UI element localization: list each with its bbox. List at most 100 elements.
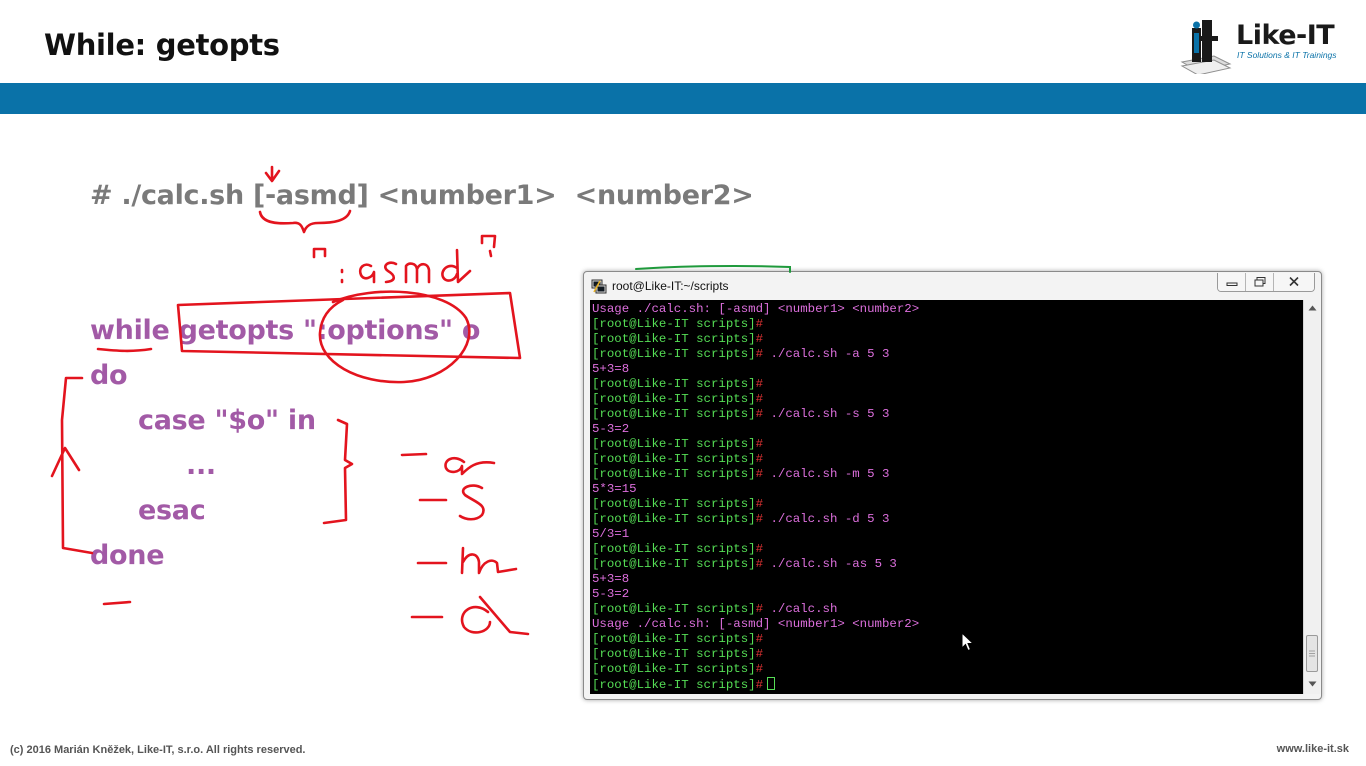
scrollbar-thumb[interactable] xyxy=(1306,635,1318,672)
code-line-done: done xyxy=(90,540,165,571)
terminal-prompt-hash: # xyxy=(755,392,764,406)
terminal-prompt-hash: # xyxy=(755,467,764,481)
terminal-line: [root@Like-IT scripts]# xyxy=(592,392,1303,407)
maximize-icon xyxy=(1254,277,1265,287)
ink-arrow-down xyxy=(264,165,281,183)
like-it-logo-icon xyxy=(1180,20,1232,74)
terminal-prompt: [root@Like-IT scripts] xyxy=(592,542,756,556)
close-button[interactable] xyxy=(1274,273,1314,291)
scroll-down-arrow-icon[interactable] xyxy=(1308,681,1317,687)
terminal-output: 5/3=1 xyxy=(592,527,630,541)
ink-option-s xyxy=(418,484,485,521)
window-controls xyxy=(1217,273,1315,292)
ink-handwritten-asmd xyxy=(312,234,497,284)
minimize-icon xyxy=(1226,282,1237,286)
terminal-line: 5/3=1 xyxy=(592,527,1303,542)
minimize-button[interactable] xyxy=(1218,273,1246,291)
terminal-prompt-hash: # xyxy=(755,602,764,616)
terminal-line: [root@Like-IT scripts]# ./calc.sh -as 5 … xyxy=(592,557,1303,572)
terminal-screen[interactable]: Usage ./calc.sh: [-asmd] <number1> <numb… xyxy=(590,300,1303,694)
ink-option-d xyxy=(410,595,530,636)
terminal-window[interactable]: root@Like-IT:~/scripts Usage ./calc.sh: … xyxy=(583,271,1322,700)
terminal-prompt-hash: # xyxy=(755,632,764,646)
terminal-command: ./calc.sh xyxy=(763,602,838,616)
terminal-cursor xyxy=(767,677,776,690)
code-line-ellipsis: ... xyxy=(186,450,216,481)
terminal-titlebar[interactable]: root@Like-IT:~/scripts xyxy=(584,272,1321,300)
terminal-prompt-hash: # xyxy=(755,407,764,421)
header-band xyxy=(0,83,1366,114)
terminal-prompt-hash: # xyxy=(755,437,764,451)
putty-icon[interactable] xyxy=(591,278,607,294)
terminal-prompt-hash: # xyxy=(755,347,764,361)
terminal-prompt: [root@Like-IT scripts] xyxy=(592,317,756,331)
maximize-button[interactable] xyxy=(1246,273,1274,291)
terminal-line: [root@Like-IT scripts]# xyxy=(592,497,1303,512)
terminal-output: 5*3=15 xyxy=(592,482,637,496)
ink-dash-done xyxy=(102,600,132,606)
terminal-prompt: [root@Like-IT scripts] xyxy=(592,678,756,692)
footer-url[interactable]: www.like-it.sk xyxy=(1277,743,1349,755)
terminal-line: 5-3=2 xyxy=(592,587,1303,602)
terminal-prompt-hash: # xyxy=(755,512,764,526)
terminal-prompt: [root@Like-IT scripts] xyxy=(592,557,756,571)
terminal-line: 5+3=8 xyxy=(592,362,1303,377)
terminal-output: Usage ./calc.sh: [-asmd] <number1> <numb… xyxy=(592,302,920,316)
terminal-prompt: [root@Like-IT scripts] xyxy=(592,377,756,391)
terminal-prompt: [root@Like-IT scripts] xyxy=(592,332,756,346)
terminal-line: [root@Like-IT scripts]# xyxy=(592,662,1303,677)
ink-brace-case xyxy=(322,418,354,525)
terminal-prompt-hash: # xyxy=(755,317,764,331)
terminal-command: ./calc.sh -as 5 3 xyxy=(763,557,897,571)
code-line-while: while getopts ":options" o xyxy=(90,315,481,346)
terminal-line: 5+3=8 xyxy=(592,572,1303,587)
scroll-up-arrow-icon[interactable] xyxy=(1308,305,1317,311)
terminal-prompt: [root@Like-IT scripts] xyxy=(592,632,756,646)
terminal-line: 5-3=2 xyxy=(592,422,1303,437)
terminal-prompt-hash: # xyxy=(755,557,764,571)
terminal-line: 5*3=15 xyxy=(592,482,1303,497)
terminal-line: [root@Like-IT scripts]# ./calc.sh -d 5 3 xyxy=(592,512,1303,527)
terminal-command: ./calc.sh -a 5 3 xyxy=(763,347,890,361)
terminal-prompt: [root@Like-IT scripts] xyxy=(592,602,756,616)
logo-name: Like-IT xyxy=(1236,20,1335,51)
terminal-prompt: [root@Like-IT scripts] xyxy=(592,512,756,526)
terminal-output: 5+3=8 xyxy=(592,362,630,376)
terminal-line: [root@Like-IT scripts]# xyxy=(592,377,1303,392)
footer-copyright: (c) 2016 Marián Kněžek, Like-IT, s.r.o. … xyxy=(10,744,306,756)
ink-loop-arrow xyxy=(50,376,94,555)
terminal-prompt-hash: # xyxy=(755,452,764,466)
terminal-line: Usage ./calc.sh: [-asmd] <number1> <numb… xyxy=(592,302,1303,317)
terminal-line: [root@Like-IT scripts]# xyxy=(592,452,1303,467)
terminal-output: 5-3=2 xyxy=(592,587,630,601)
ink-brace-under-asmd xyxy=(258,209,352,234)
terminal-line: [root@Like-IT scripts]# xyxy=(592,332,1303,347)
like-it-logo: Like-IT IT Solutions & IT Trainings xyxy=(1178,16,1358,76)
terminal-prompt-hash: # xyxy=(755,377,764,391)
terminal-prompt: [root@Like-IT scripts] xyxy=(592,347,756,361)
terminal-title: root@Like-IT:~/scripts xyxy=(612,279,729,293)
terminal-scrollbar[interactable] xyxy=(1303,300,1320,694)
scrollbar-grip-icon xyxy=(1309,650,1315,657)
logo-tagline: IT Solutions & IT Trainings xyxy=(1237,50,1337,60)
code-line-case: case "$o" in xyxy=(138,405,316,436)
usage-syntax-line: # ./calc.sh [-asmd] <number1> <number2> xyxy=(90,180,754,211)
terminal-prompt: [root@Like-IT scripts] xyxy=(592,437,756,451)
terminal-line: [root@Like-IT scripts]# ./calc.sh xyxy=(592,602,1303,617)
code-line-esac: esac xyxy=(138,495,206,526)
terminal-prompt-hash: # xyxy=(755,332,764,346)
terminal-command: ./calc.sh -s 5 3 xyxy=(763,407,890,421)
terminal-prompt: [root@Like-IT scripts] xyxy=(592,392,756,406)
terminal-line: [root@Like-IT scripts]# ./calc.sh -s 5 3 xyxy=(592,407,1303,422)
terminal-output: 5-3=2 xyxy=(592,422,630,436)
terminal-line: [root@Like-IT scripts]# xyxy=(592,647,1303,662)
ink-option-m xyxy=(416,546,518,575)
terminal-prompt-hash: # xyxy=(755,542,764,556)
code-line-do: do xyxy=(90,360,128,391)
terminal-prompt: [root@Like-IT scripts] xyxy=(592,497,756,511)
terminal-prompt: [root@Like-IT scripts] xyxy=(592,467,756,481)
terminal-line: [root@Like-IT scripts]# xyxy=(592,632,1303,647)
terminal-line: [root@Like-IT scripts]# ./calc.sh -m 5 3 xyxy=(592,467,1303,482)
terminal-line: [root@Like-IT scripts]# xyxy=(592,677,1303,692)
ink-option-a xyxy=(400,452,496,476)
